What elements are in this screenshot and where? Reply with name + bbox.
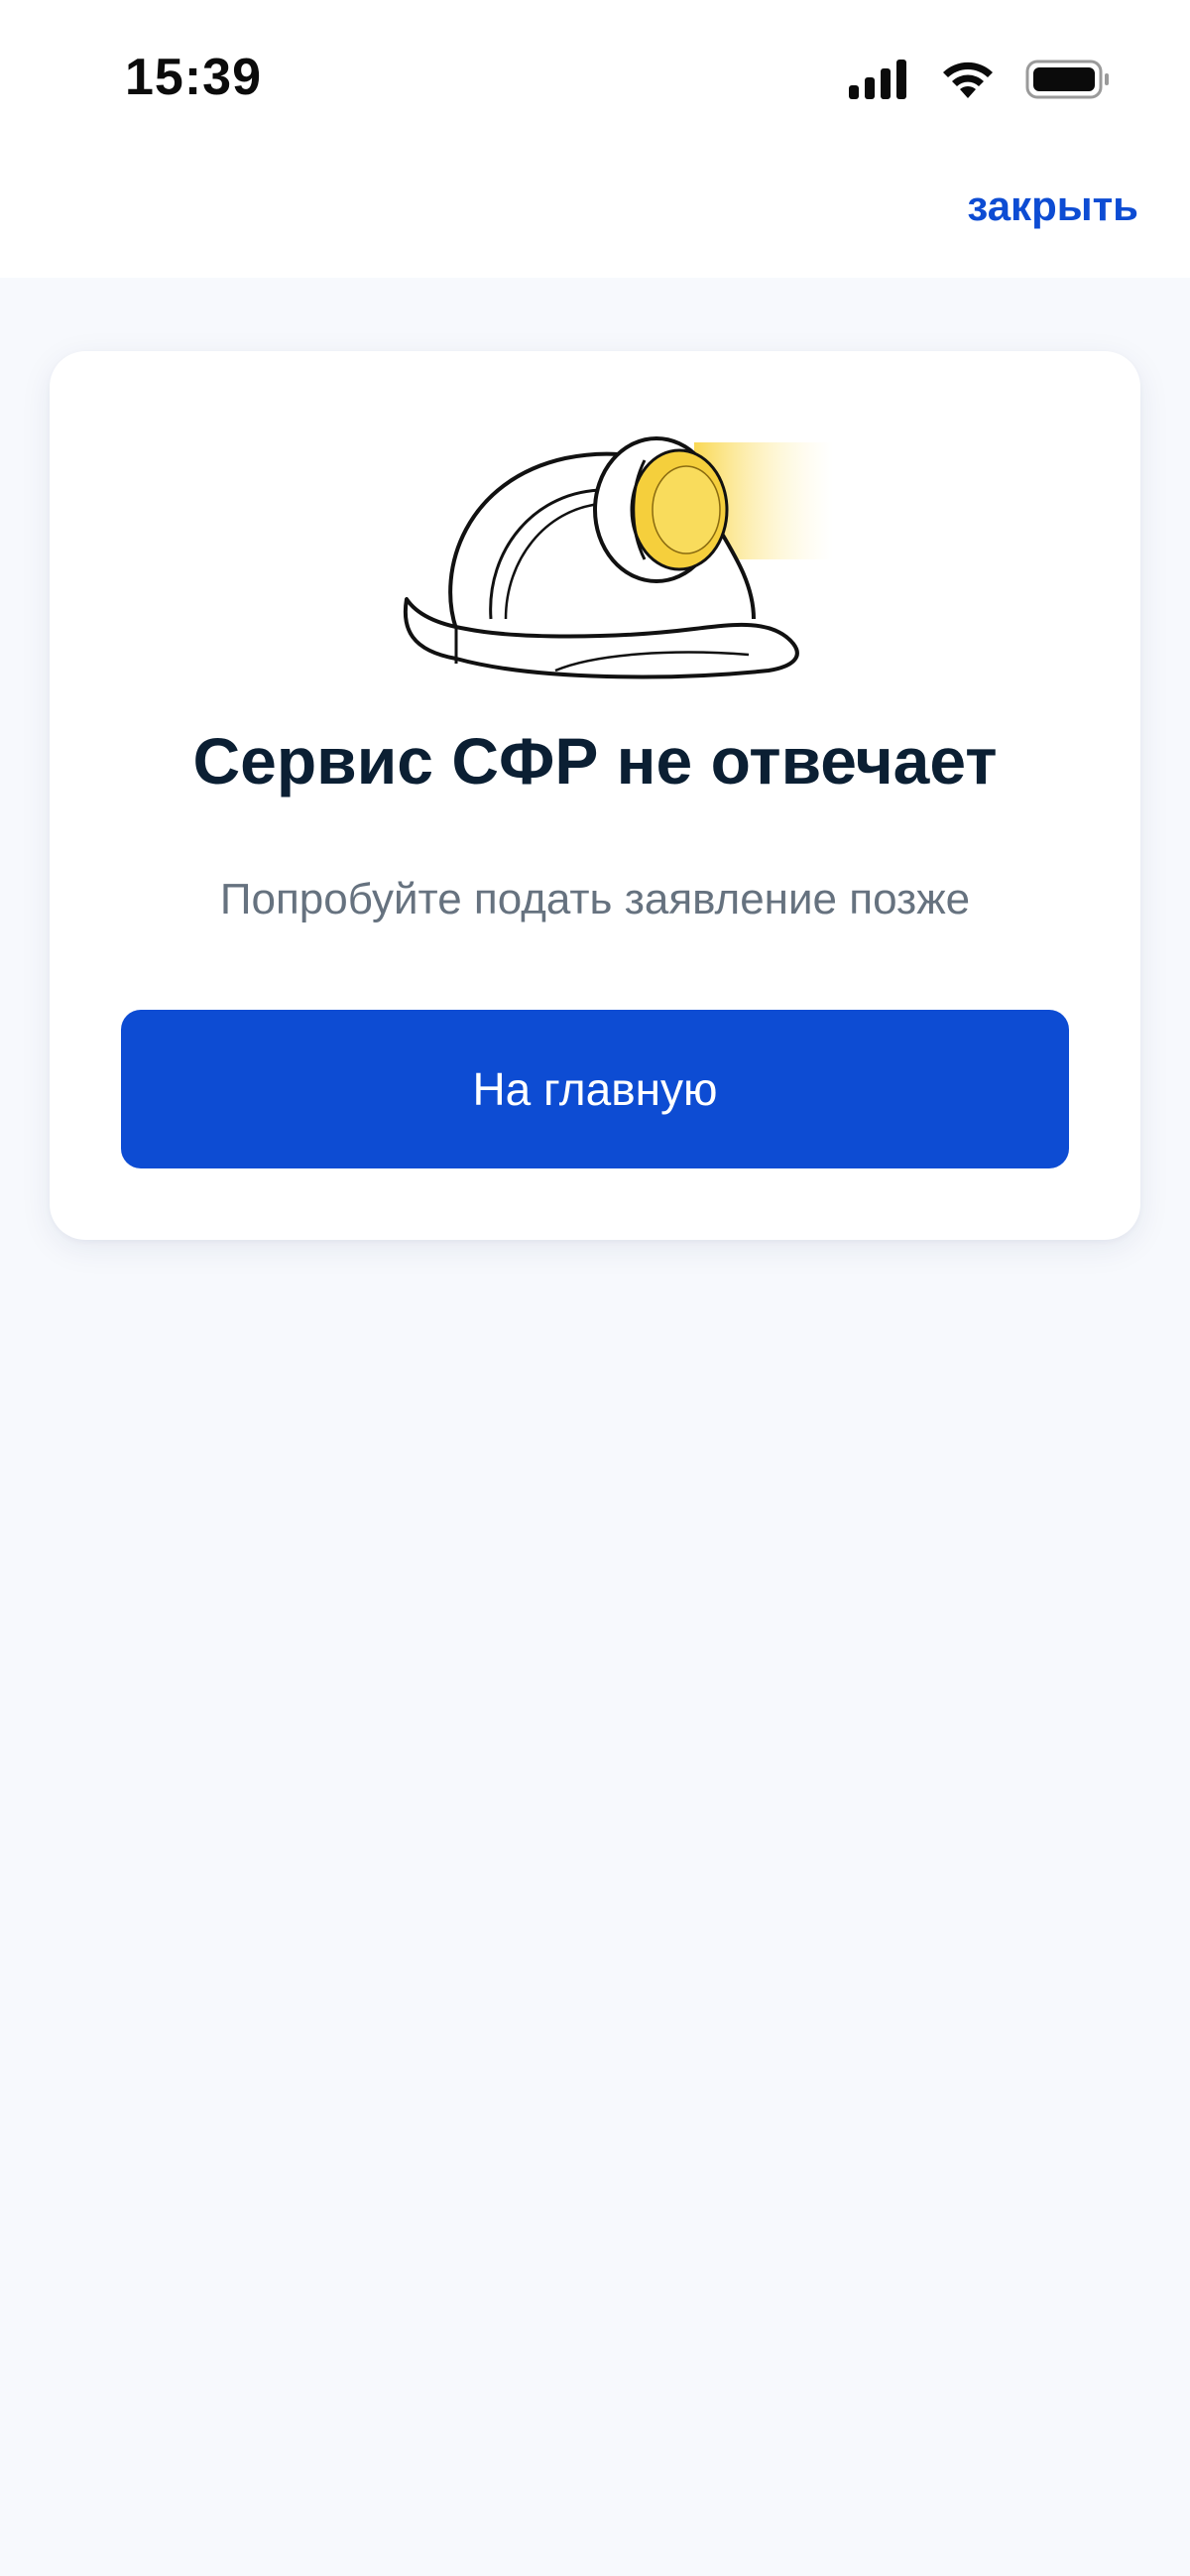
header: закрыть <box>0 159 1190 278</box>
status-time: 15:39 <box>125 49 262 106</box>
cellular-signal-icon <box>849 60 906 99</box>
status-bar: 15:39 <box>0 0 1190 159</box>
error-subtitle: Попробуйте подать заявление позже <box>219 875 971 923</box>
status-icons <box>849 56 1111 103</box>
battery-icon <box>1025 60 1109 99</box>
error-card: Сервис СФР не отвечает Попробуйте подать… <box>50 351 1140 1240</box>
miner-helmet-icon <box>403 436 833 679</box>
close-button[interactable]: закрыть <box>967 183 1138 230</box>
wifi-icon <box>943 61 993 98</box>
go-home-button[interactable]: На главную <box>121 1010 1069 1168</box>
error-title: Сервис СФР не отвечает <box>192 724 998 797</box>
